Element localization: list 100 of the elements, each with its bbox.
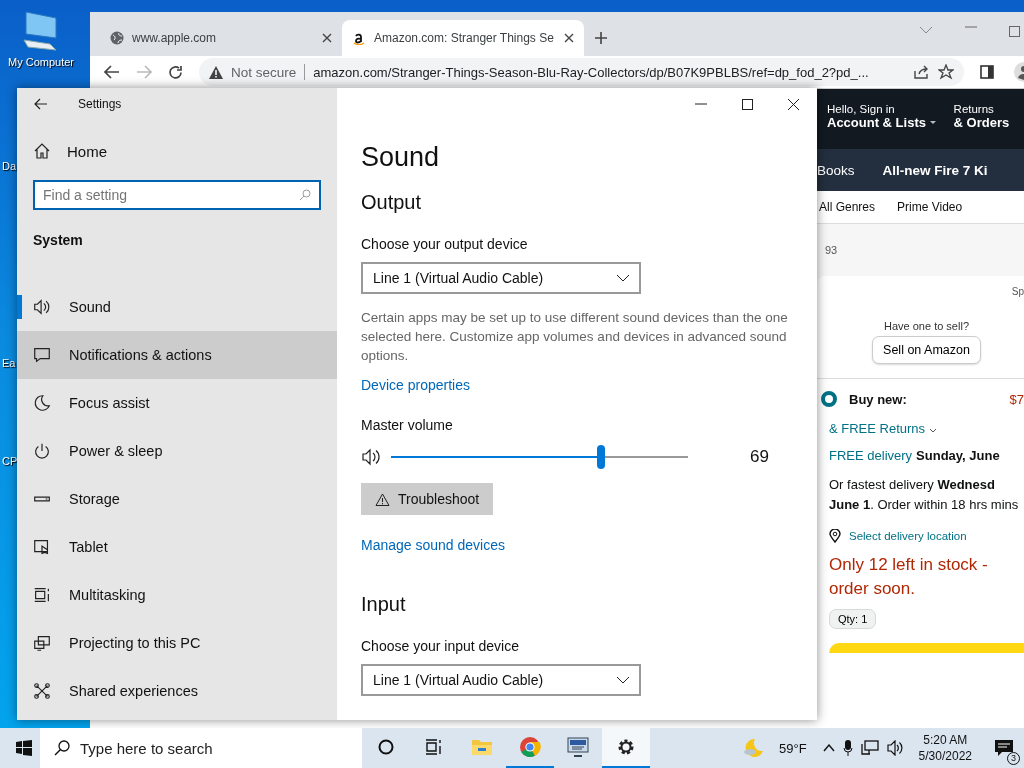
sidebar-item[interactable]: Power & sleep bbox=[17, 427, 337, 475]
output-device-dropdown[interactable]: Line 1 (Virtual Audio Cable) bbox=[361, 262, 641, 294]
multitasking-icon bbox=[32, 585, 52, 605]
cut-label: Sp bbox=[1011, 286, 1024, 297]
sidebar-item[interactable]: Storage bbox=[17, 475, 337, 523]
buy-new-label: Buy new: bbox=[849, 391, 908, 407]
nav-link[interactable]: All-new Fire 7 Ki bbox=[882, 162, 988, 178]
notification-icon[interactable] bbox=[994, 739, 1014, 757]
desktop-icon-label[interactable]: My Computer bbox=[6, 56, 74, 68]
rating-count[interactable]: 93 bbox=[825, 244, 838, 256]
window-title: Settings bbox=[78, 97, 122, 111]
search-icon bbox=[299, 189, 311, 201]
sidebar-item[interactable]: Sound bbox=[17, 283, 337, 331]
sidebar-item[interactable]: Projecting to this PC bbox=[17, 619, 337, 667]
volume-value: 69 bbox=[750, 447, 769, 467]
home-link[interactable]: Home bbox=[17, 120, 337, 160]
slider-thumb[interactable] bbox=[597, 445, 606, 469]
speaker-icon[interactable] bbox=[886, 740, 905, 756]
field-label: Master volume bbox=[361, 417, 453, 433]
fastest-delivery-text: Or fastest delivery Wednesd June 1. Order within 18 hrs mins bbox=[829, 476, 1019, 514]
close-icon[interactable] bbox=[564, 33, 574, 43]
sub-nav-link[interactable]: Prime Video bbox=[897, 200, 963, 214]
back-icon[interactable] bbox=[34, 98, 48, 110]
sidebar-item[interactable]: Notifications & actions bbox=[17, 331, 337, 379]
projecting-icon bbox=[32, 633, 52, 653]
clock-time[interactable]: 5:20 AM bbox=[923, 732, 968, 748]
sidebar-item[interactable]: Multitasking bbox=[17, 571, 337, 619]
browser-tab[interactable]: www.apple.com bbox=[100, 20, 342, 56]
power-icon bbox=[32, 441, 52, 461]
star-icon[interactable] bbox=[938, 64, 954, 80]
chrome-icon bbox=[519, 736, 541, 758]
network-icon[interactable] bbox=[860, 740, 879, 756]
browser-tab[interactable]: Amazon.com: Stranger Things Se bbox=[342, 20, 584, 56]
nav-link[interactable]: Books bbox=[817, 162, 855, 178]
profile-icon[interactable] bbox=[1012, 62, 1024, 82]
manage-devices-link[interactable]: Manage sound devices bbox=[361, 537, 505, 553]
taskbar-search-field[interactable]: Type here to search bbox=[40, 728, 362, 768]
warning-icon bbox=[209, 65, 223, 79]
orders-link[interactable]: & Orders bbox=[953, 115, 1010, 130]
section-heading: Input bbox=[361, 593, 406, 616]
input-device-dropdown[interactable]: Line 1 (Virtual Audio Cable) bbox=[361, 664, 641, 696]
address-bar[interactable]: Not secure amazon.com/Stranger-Things-Season-Blu-Ray-Collectors/dp/B07K9PBLBS/ref=dp_fod_2?pd_... bbox=[199, 58, 964, 86]
speaker-icon bbox=[361, 448, 383, 466]
search-field[interactable]: Find a setting bbox=[33, 180, 321, 210]
microphone-icon[interactable] bbox=[842, 740, 853, 756]
sidebar-item[interactable]: Focus assist bbox=[17, 379, 337, 427]
warning-icon bbox=[375, 492, 390, 506]
description-text: Certain apps may be set up to use different sound devices than the one selected here. Customize app volumes and devices in advanced sound options. bbox=[361, 309, 789, 365]
chevron-down-icon bbox=[617, 676, 629, 684]
reload-icon[interactable] bbox=[168, 64, 183, 80]
maximize-icon[interactable] bbox=[742, 98, 753, 110]
sidebar-item[interactable]: Shared experiences bbox=[17, 667, 337, 715]
share-icon[interactable] bbox=[914, 65, 930, 79]
speaker-icon bbox=[32, 297, 52, 317]
task-view-icon bbox=[425, 739, 443, 755]
account-menu[interactable]: Account & Lists bbox=[827, 115, 936, 130]
sidebar-item[interactable]: Tablet bbox=[17, 523, 337, 571]
desktop-icon-label[interactable]: Ea bbox=[0, 357, 16, 369]
stock-notice: Only 12 left in stock - order soon. bbox=[829, 554, 989, 600]
sell-prompt: Have one to sell? bbox=[884, 320, 969, 332]
clock-date[interactable]: 5/30/2022 bbox=[918, 748, 972, 764]
windows-start-icon[interactable] bbox=[16, 740, 32, 756]
moon-icon bbox=[32, 393, 52, 413]
new-tab-icon[interactable] bbox=[594, 31, 608, 45]
back-icon[interactable] bbox=[104, 65, 120, 79]
radio-button[interactable] bbox=[821, 391, 837, 407]
price: $7 bbox=[1009, 391, 1024, 407]
delivery-date: Sunday, June bbox=[916, 448, 1000, 463]
page-title: Sound bbox=[361, 142, 440, 173]
notification-count: 3 bbox=[1007, 752, 1020, 765]
gear-icon bbox=[616, 737, 636, 757]
section-heading: Output bbox=[361, 191, 422, 214]
sub-nav-link[interactable]: All Genres bbox=[819, 200, 876, 214]
temperature[interactable]: 59°F bbox=[779, 740, 807, 756]
sell-button[interactable]: Sell on Amazon bbox=[872, 336, 981, 364]
desktop-icon-label[interactable]: Da bbox=[0, 160, 17, 172]
side-panel-icon[interactable] bbox=[980, 65, 994, 79]
section-heading: System bbox=[32, 231, 84, 248]
amazon-logo-icon bbox=[352, 31, 366, 45]
device-properties-link[interactable]: Device properties bbox=[361, 377, 470, 393]
quantity-dropdown[interactable]: Qty: 1 bbox=[829, 609, 877, 629]
chevron-down-icon[interactable] bbox=[919, 26, 933, 34]
taskbar-button[interactable] bbox=[602, 728, 650, 768]
field-label: Choose your output device bbox=[361, 236, 528, 252]
free-delivery-link[interactable]: FREE delivery bbox=[829, 448, 913, 463]
caret-up-icon[interactable] bbox=[822, 744, 835, 752]
chevron-down-icon bbox=[928, 428, 937, 433]
monitor-icon bbox=[566, 737, 590, 757]
field-label: Choose your input device bbox=[361, 638, 519, 654]
home-icon bbox=[33, 142, 51, 160]
troubleshoot-button[interactable]: Troubleshoot bbox=[361, 483, 494, 515]
free-returns-link[interactable]: & FREE Returns bbox=[829, 421, 937, 436]
returns-label: Returns bbox=[953, 103, 995, 115]
chevron-down-icon bbox=[617, 274, 629, 282]
close-icon[interactable] bbox=[322, 33, 332, 43]
close-icon[interactable] bbox=[788, 98, 799, 110]
delivery-location-link[interactable]: Select delivery location bbox=[849, 530, 967, 542]
greeting: Hello, Sign in bbox=[827, 103, 896, 115]
circle-icon bbox=[378, 739, 394, 755]
globe-icon bbox=[110, 31, 124, 45]
